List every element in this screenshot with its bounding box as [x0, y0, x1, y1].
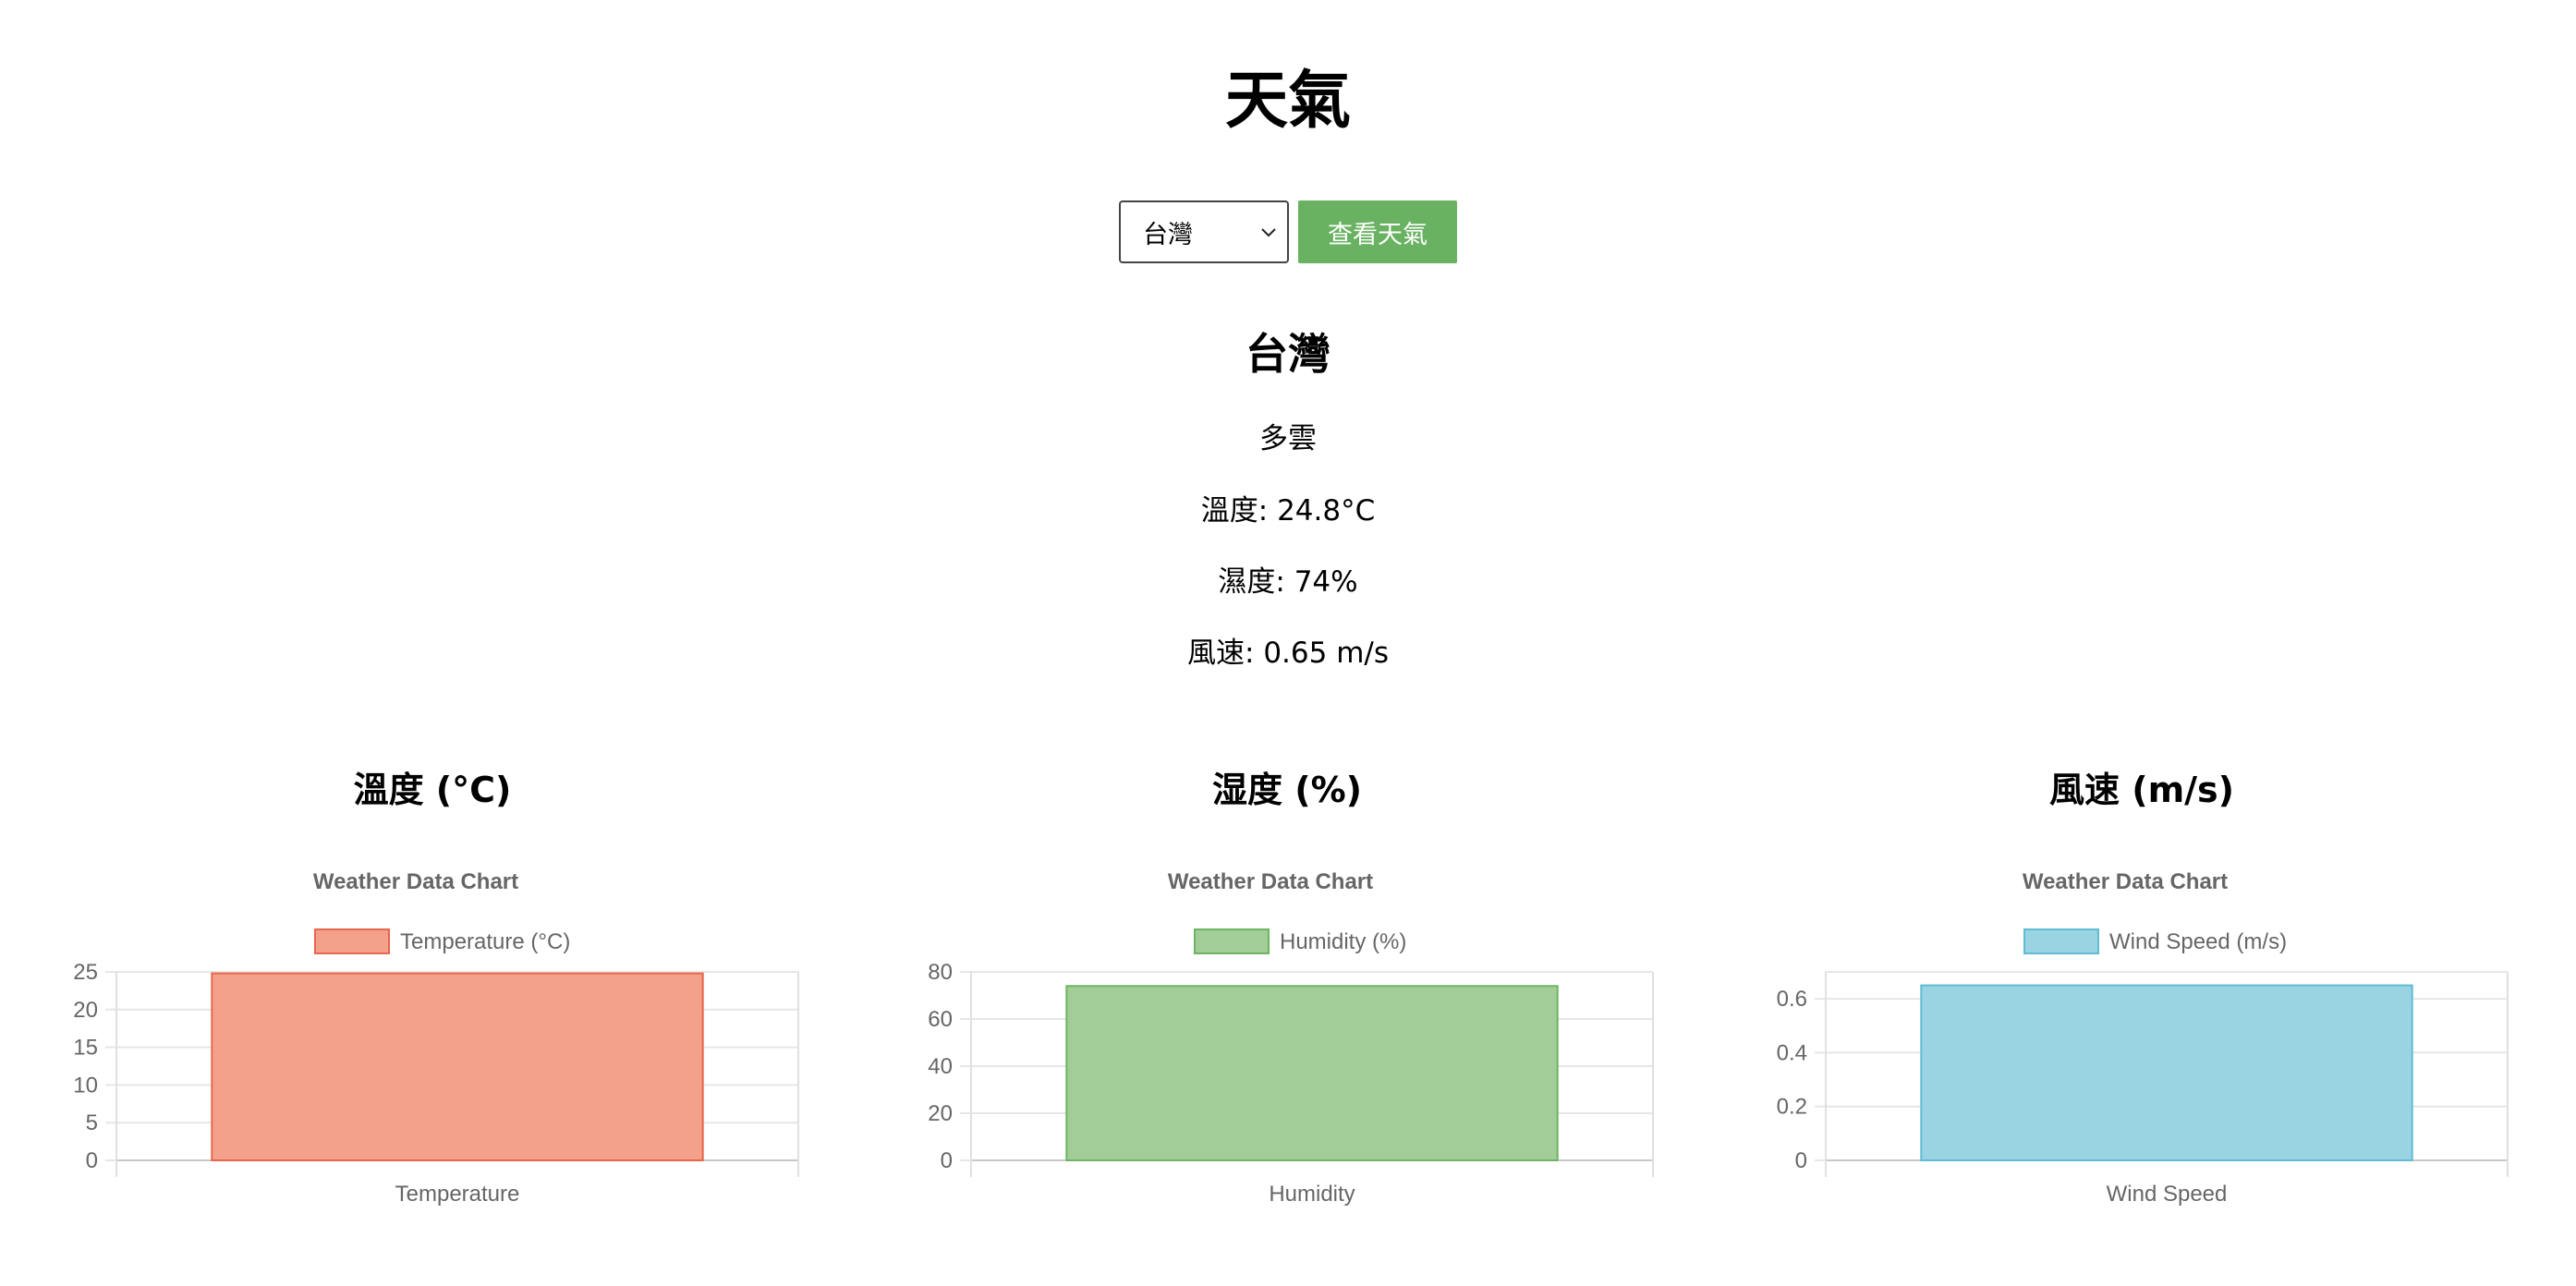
y-tick-label: 60: [928, 1007, 953, 1032]
bar: [1065, 985, 1559, 1161]
wind-chart-card: 風速 (m/s) Weather Data Chart Wind Speed (m…: [1726, 758, 2558, 1238]
chart-title: Weather Data Chart: [313, 869, 518, 894]
wind-speed-text: 風速: 0.65 m/s: [1187, 637, 1389, 670]
humidity-chart-card: 湿度 (%) Weather Data Chart Humidity (%) 0 20…: [871, 758, 1703, 1238]
legend-swatch: [314, 928, 390, 954]
y-tick-label: 0: [941, 1148, 953, 1173]
y-tick-label: 0: [86, 1148, 98, 1173]
y-tick-label: 80: [928, 960, 953, 985]
legend-label: Wind Speed (m/s): [2109, 929, 2287, 954]
bar: [1920, 984, 2413, 1161]
controls-bar: 台灣 查看天氣: [0, 200, 2576, 263]
chart-title: Weather Data Chart: [2023, 869, 2228, 894]
legend-label: Temperature (°C): [400, 929, 570, 954]
wind-chart: Weather Data Chart Wind Speed (m/s) 0 0.2 0.…: [1777, 869, 2509, 1207]
y-tick-label: 0.4: [1777, 1040, 1807, 1065]
x-tick-label: Humidity: [1269, 1182, 1355, 1207]
x-tick-label: Temperature: [395, 1182, 520, 1207]
y-tick-label: 25: [73, 960, 98, 985]
page-title: 天氣: [1224, 65, 1351, 138]
y-tick-label: 0.6: [1777, 987, 1807, 1012]
y-tick-label: 0: [1795, 1148, 1807, 1173]
y-tick-label: 0.2: [1777, 1095, 1807, 1120]
weather-condition: 多雲: [1259, 422, 1317, 455]
y-tick-label: 10: [73, 1073, 98, 1098]
humidity-chart: Weather Data Chart Humidity (%) 0 20 40 60 80 H…: [928, 869, 1654, 1207]
weather-page: 天氣 台灣 查看天氣 台灣 多雲 溫度: 24.8°C 濕度: 74% 風速: …: [0, 0, 2576, 1286]
city-select[interactable]: 台灣: [1119, 200, 1289, 263]
legend-swatch: [2023, 928, 2099, 954]
x-tick-label: Wind Speed: [2107, 1182, 2228, 1207]
y-tick-label: 5: [86, 1110, 98, 1135]
y-tick-label: 20: [73, 998, 98, 1023]
bar: [211, 972, 704, 1161]
check-weather-button[interactable]: 查看天氣: [1298, 200, 1457, 263]
city-select-value: 台灣: [1143, 220, 1193, 249]
legend-swatch: [1194, 928, 1270, 954]
y-tick-label: 20: [928, 1101, 953, 1126]
legend-label: Humidity (%): [1280, 929, 1406, 954]
chevron-down-icon: [1261, 228, 1276, 237]
city-name: 台灣: [1245, 329, 1331, 379]
chart-title: Weather Data Chart: [1168, 869, 1373, 894]
y-tick-label: 15: [73, 1036, 98, 1061]
temperature-text: 溫度: 24.8°C: [1200, 494, 1376, 528]
y-tick-label: 40: [928, 1054, 953, 1079]
temperature-chart-card: 溫度 (°C) Weather Data Chart Temperature (°…: [17, 758, 848, 1238]
humidity-text: 濕度: 74%: [1218, 565, 1358, 599]
temperature-chart: Weather Data Chart Temperature (°C) 0 5 10 15…: [73, 869, 799, 1207]
